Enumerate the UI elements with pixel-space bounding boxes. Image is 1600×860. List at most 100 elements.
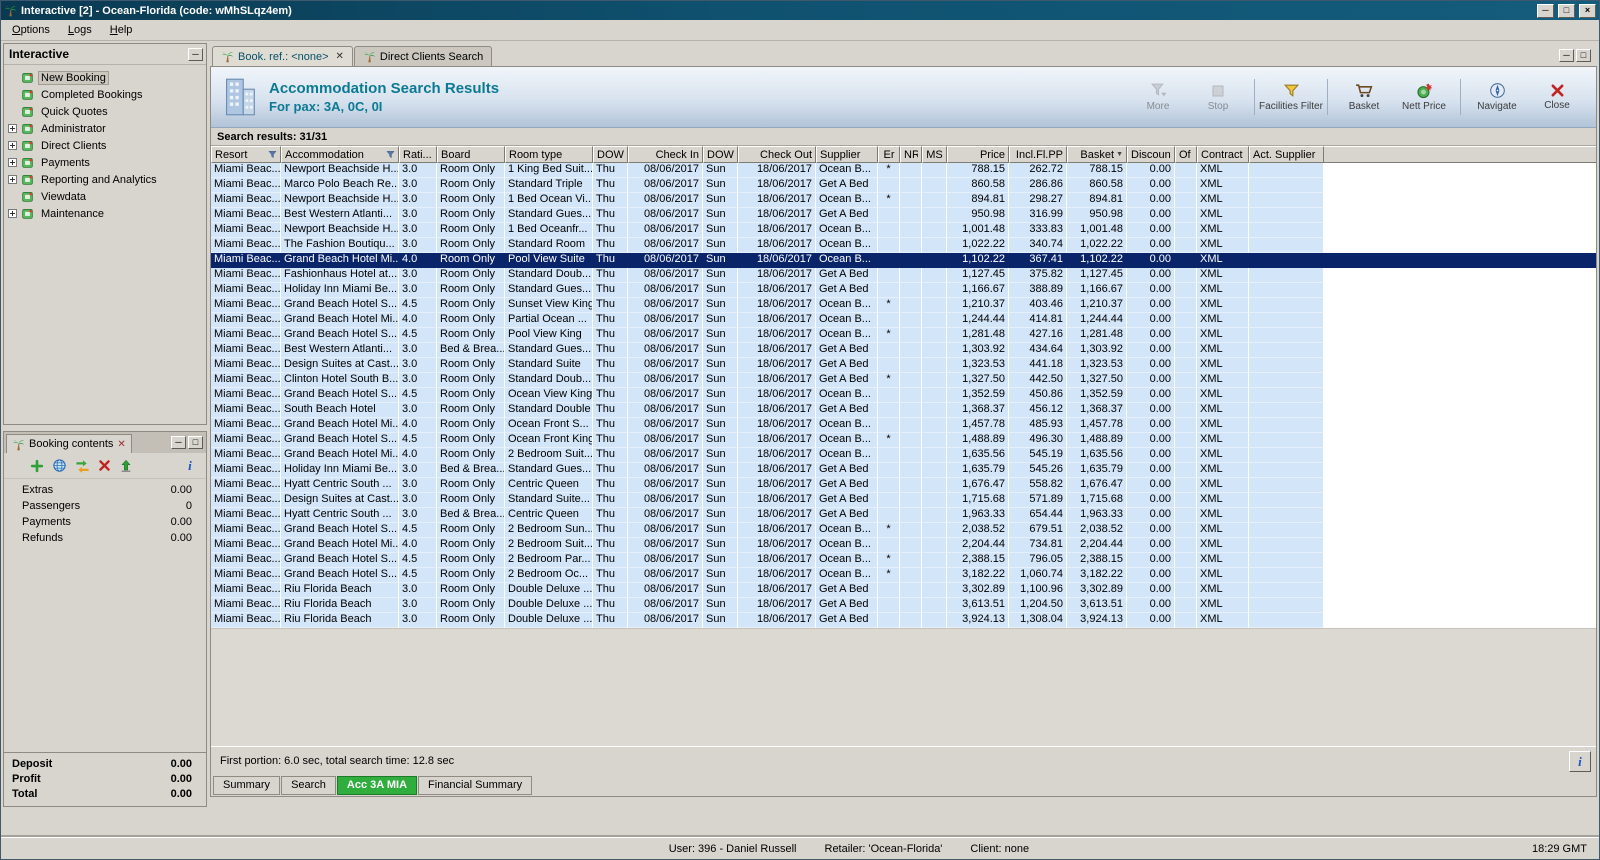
sidebar-item-quick-quotes[interactable]: Quick Quotes [4,103,206,120]
panel-collapse-button[interactable]: ─ [188,47,203,61]
table-row[interactable]: Miami Beac... Grand Beach Hotel Mi... 4.0 R… [211,253,1596,268]
table-row[interactable]: Miami Beac... Newport Beachside H... 3.0 Ro… [211,193,1596,208]
table-row[interactable]: Miami Beac... Best Western Atlanti... 3.0 R… [211,208,1596,223]
booking-contents-row[interactable]: Refunds 0.00 [4,530,206,546]
menu-help[interactable]: Help [101,22,142,38]
close-button[interactable]: × [1579,3,1596,18]
table-row[interactable]: Miami Beac... Grand Beach Hotel Mi... 4.0 R… [211,313,1596,328]
column-header-dow[interactable]: DOW [703,146,738,163]
table-row[interactable]: Miami Beac... Design Suites at Cast... 3.0… [211,358,1596,373]
table-row[interactable]: Miami Beac... South Beach Hotel 3.0 Room On… [211,403,1596,418]
table-row[interactable]: Miami Beac... Grand Beach Hotel S... 4.5 Ro… [211,388,1596,403]
table-row[interactable]: Miami Beac... Grand Beach Hotel S... 4.5 Ro… [211,298,1596,313]
table-row[interactable]: Miami Beac... Holiday Inn Miami Be... 3.0 B… [211,463,1596,478]
basket-button[interactable]: Basket [1335,82,1393,112]
sidebar-item-direct-clients[interactable]: Direct Clients [4,137,206,154]
bottom-tab-summary[interactable]: Summary [213,776,281,795]
table-row[interactable]: Miami Beac... Hyatt Centric South ... 3.0 R… [211,478,1596,493]
table-row[interactable]: Miami Beac... The Fashion Boutiqu... 3.0 Ro… [211,238,1596,253]
tab-direct-clients-search[interactable]: Direct Clients Search [353,46,493,66]
table-row[interactable]: Miami Beac... Riu Florida Beach 3.0 Room On… [211,598,1596,613]
booking-panel-restore-button[interactable]: □ [188,436,203,449]
column-header-room-type[interactable]: Room type [505,146,593,163]
table-row[interactable]: Miami Beac... Fashionhaus Hotel at... 3.0 R… [211,268,1596,283]
column-header-discount[interactable]: Discount [1127,146,1175,163]
facilities-filter-button[interactable]: Facilities Filter [1259,82,1323,112]
close-button[interactable]: Close [1528,83,1586,111]
sidebar-item-reporting-and-analytics[interactable]: Reporting and Analytics [4,171,206,188]
column-header-accommodation[interactable]: Accommodation [281,146,399,163]
minimize-button[interactable]: ─ [1537,3,1554,18]
table-row[interactable]: Miami Beac... Newport Beachside H... 3.0 Ro… [211,163,1596,178]
document-restore-button[interactable]: □ [1576,49,1591,62]
table-row[interactable]: Miami Beac... Riu Florida Beach 3.0 Room On… [211,613,1596,628]
column-header-incl-fl-pp[interactable]: Incl.Fl.PP [1009,146,1067,163]
navigate-button[interactable]: Navigate [1468,82,1526,112]
table-row[interactable]: Miami Beac... Hyatt Centric South ... 3.0 B… [211,508,1596,523]
document-minimize-button[interactable]: ─ [1559,49,1574,62]
sidebar-item-administrator[interactable]: Administrator [4,120,206,137]
booking-contents-close-icon[interactable]: ✕ [117,439,125,450]
booking-contents-row[interactable]: Passengers 0 [4,498,206,514]
expand-plus-icon[interactable] [8,158,17,167]
sidebar-item-payments[interactable]: Payments [4,154,206,171]
sidebar-item-maintenance[interactable]: Maintenance [4,205,206,222]
table-row[interactable]: Miami Beac... Grand Beach Hotel Mi... 4.0 R… [211,418,1596,433]
column-header-rati[interactable]: Rati... [399,146,437,163]
transfer-icon[interactable] [75,458,90,473]
menu-logs[interactable]: Logs [59,22,101,38]
table-row[interactable]: Miami Beac... Grand Beach Hotel S... 4.5 Ro… [211,553,1596,568]
expand-plus-icon[interactable] [8,124,17,133]
expand-plus-icon[interactable] [8,175,17,184]
sidebar-item-new-booking[interactable]: New Booking [4,69,206,86]
booking-contents-row[interactable]: Extras 0.00 [4,482,206,498]
column-header-price[interactable]: Price [947,146,1009,163]
table-row[interactable]: Miami Beac... Grand Beach Hotel Mi... 4.0 R… [211,538,1596,553]
table-row[interactable]: Miami Beac... Grand Beach Hotel S... 4.5 Ro… [211,523,1596,538]
tab-book-ref-none[interactable]: Book. ref.: <none> ✕ [212,46,353,66]
table-row[interactable]: Miami Beac... Design Suites at Cast... 3.0… [211,493,1596,508]
column-header-resort[interactable]: Resort [211,146,281,163]
sidebar-item-viewdata[interactable]: Viewdata [4,188,206,205]
bottom-tab-search[interactable]: Search [281,776,336,795]
column-header-dow[interactable]: DOW [593,146,628,163]
delete-icon[interactable] [98,459,111,472]
info-button[interactable]: i [1569,750,1591,772]
bottom-tab-financial-summary[interactable]: Financial Summary [418,776,533,795]
booking-panel-minimize-button[interactable]: ─ [171,436,186,449]
column-header-ms[interactable]: MS [922,146,947,163]
table-row[interactable]: Miami Beac... Riu Florida Beach 3.0 Room On… [211,583,1596,598]
table-row[interactable]: Miami Beac... Grand Beach Hotel S... 4.5 Ro… [211,433,1596,448]
bottom-tab-acc-3a-mia[interactable]: Acc 3A MIA [336,776,418,795]
column-header-check-out[interactable]: Check Out [738,146,816,163]
column-header-act-supplier[interactable]: Act. Supplier [1249,146,1324,163]
column-header-of[interactable]: Of [1175,146,1197,163]
table-row[interactable]: Miami Beac... Holiday Inn Miami Be... 3.0 R… [211,283,1596,298]
table-row[interactable]: Miami Beac... Marco Polo Beach Re... 3.0 Ro… [211,178,1596,193]
globe-icon[interactable] [52,458,67,473]
column-header-nr[interactable]: NR [900,146,922,163]
nett-price-button[interactable]: Nett Price [1395,82,1453,112]
menu-options[interactable]: Options [3,22,59,38]
table-row[interactable]: Miami Beac... Grand Beach Hotel Mi... 4.0 R… [211,448,1596,463]
booking-contents-tab[interactable]: Booking contents ✕ [6,434,132,453]
table-row[interactable]: Miami Beac... Grand Beach Hotel S... 4.5 Ro… [211,568,1596,583]
column-header-supplier[interactable]: Supplier [816,146,878,163]
column-header-basket[interactable]: Basket ▼ [1067,146,1127,163]
column-header-contract[interactable]: Contract [1197,146,1249,163]
table-row[interactable]: Miami Beac... Clinton Hotel South B... 3.0… [211,373,1596,388]
filter-icon[interactable] [386,150,395,159]
column-header-board[interactable]: Board [437,146,505,163]
sidebar-item-completed-bookings[interactable]: Completed Bookings [4,86,206,103]
info-icon[interactable]: i [184,458,196,473]
expand-plus-icon[interactable] [8,209,17,218]
booking-contents-row[interactable]: Payments 0.00 [4,514,206,530]
maximize-button[interactable]: □ [1558,3,1575,18]
table-row[interactable]: Miami Beac... Newport Beachside H... 3.0 Ro… [211,223,1596,238]
add-icon[interactable] [30,459,44,473]
table-row[interactable]: Miami Beac... Best Western Atlanti... 3.0 B… [211,343,1596,358]
export-icon[interactable] [119,459,133,473]
expand-plus-icon[interactable] [8,141,17,150]
filter-icon[interactable] [268,150,277,159]
column-header-er[interactable]: Er [878,146,900,163]
